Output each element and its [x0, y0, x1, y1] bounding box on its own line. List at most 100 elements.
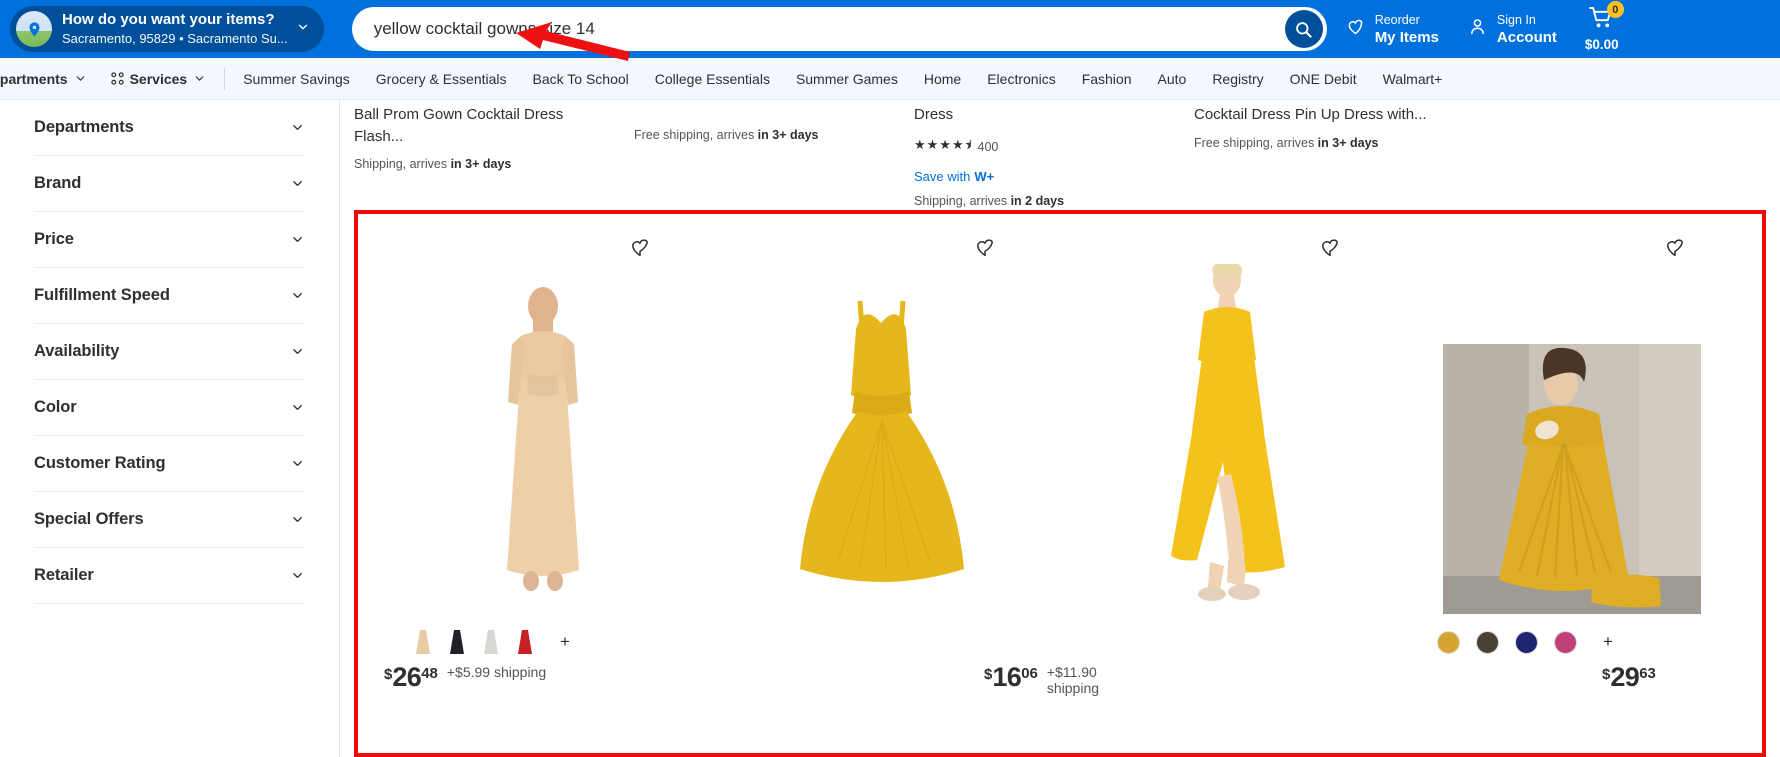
- result-card-partial[interactable]: Short Sleeve Swing Dress Vintage Cocktai…: [1194, 100, 1470, 212]
- product-image[interactable]: [709, 264, 1054, 614]
- search-box[interactable]: [352, 7, 1327, 51]
- user-icon: [1467, 16, 1488, 42]
- product-image[interactable]: [1054, 264, 1399, 614]
- shipping-text: Free shipping, arrives: [1194, 136, 1318, 150]
- chevron-down-icon: [296, 20, 310, 39]
- color-swatch-list: +: [376, 628, 709, 656]
- price-dollars: 16: [992, 664, 1021, 691]
- heart-outline-icon[interactable]: [1317, 234, 1343, 260]
- chevron-down-icon: [290, 176, 305, 191]
- color-swatch[interactable]: [414, 629, 432, 655]
- chevron-down-icon: [193, 72, 206, 85]
- header-actions: Reorder My Items Sign In Account: [1345, 6, 1623, 52]
- product-card[interactable]: + $1999 +$9.97 shipping: [1399, 220, 1744, 753]
- color-swatch[interactable]: [1554, 631, 1577, 654]
- color-swatch[interactable]: [1437, 631, 1460, 654]
- shipping-text: Free shipping, arrives: [634, 128, 758, 142]
- color-swatch[interactable]: [1515, 631, 1538, 654]
- filter-label: Availability: [34, 342, 119, 361]
- color-swatch[interactable]: [448, 629, 466, 655]
- cart-button[interactable]: 0 $0.00: [1585, 6, 1619, 52]
- sidebar-filter-brand[interactable]: Brand: [34, 156, 305, 212]
- sidebar-filter-customer-rating[interactable]: Customer Rating: [34, 436, 305, 492]
- shipping-info: Free shipping, arrives in 3+ days: [1194, 136, 1456, 150]
- shipping-info: Free shipping, arrives in 3+ days: [634, 128, 896, 142]
- result-card-partial[interactable]: Wedding Bridesmaid High-Waist Party Ball…: [354, 100, 630, 212]
- cart-count-badge: 0: [1607, 1, 1624, 18]
- price-block: $2648 +$5.99 shipping: [376, 664, 709, 691]
- heart-outline-icon[interactable]: [972, 234, 998, 260]
- fulfillment-location-selector[interactable]: How do you want your items? Sacramento, …: [10, 6, 324, 52]
- rating-count: 400: [978, 140, 999, 154]
- color-swatch[interactable]: [1476, 631, 1499, 654]
- nav-link-fashion[interactable]: Fashion: [1082, 71, 1132, 87]
- product-grid: + $2648 +$5.99 shipping: [358, 214, 1762, 753]
- product-price: $1606: [984, 664, 1038, 691]
- product-card[interactable]: $1606 +$11.90 shipping: [709, 220, 1054, 753]
- account-label: Account: [1497, 29, 1557, 46]
- result-card-partial[interactable]: Sleeve Flare A-line Midi long maxi Dress…: [914, 100, 1190, 212]
- search-results-area: Wedding Bridesmaid High-Waist Party Ball…: [340, 100, 1780, 757]
- location-pin-icon: [16, 11, 52, 47]
- nav-link-summer-games[interactable]: Summer Games: [796, 71, 898, 87]
- search-input[interactable]: [374, 19, 1285, 39]
- nav-link-college-essentials[interactable]: College Essentials: [655, 71, 770, 87]
- sign-in-label: Sign In: [1497, 13, 1536, 27]
- nav-link-walmart-plus[interactable]: Walmart+: [1383, 71, 1443, 87]
- sign-in-account-button[interactable]: Sign In Account: [1467, 11, 1557, 48]
- chevron-down-icon: [290, 344, 305, 359]
- filter-label: Fulfillment Speed: [34, 286, 170, 305]
- sidebar-filter-retailer[interactable]: Retailer: [34, 548, 305, 604]
- heart-outline-icon[interactable]: [627, 234, 653, 260]
- product-image[interactable]: [376, 264, 709, 614]
- sidebar-filter-departments[interactable]: Departments: [34, 100, 305, 156]
- product-card[interactable]: $2963: [1054, 220, 1399, 753]
- nav-link-home[interactable]: Home: [924, 71, 961, 87]
- product-price: $2648: [384, 664, 438, 691]
- filter-label: Brand: [34, 174, 81, 193]
- color-swatch[interactable]: [516, 629, 534, 655]
- nav-link-auto[interactable]: Auto: [1158, 71, 1187, 87]
- nav-link-back-to-school[interactable]: Back To School: [533, 71, 629, 87]
- product-image[interactable]: [1399, 264, 1744, 614]
- sidebar-filter-price[interactable]: Price: [34, 212, 305, 268]
- rating: ★★★★⯨ 400: [914, 136, 1176, 158]
- grid-icon: [111, 72, 124, 85]
- more-colors-button[interactable]: +: [560, 632, 570, 652]
- price-block: $1606 +$11.90 shipping: [709, 664, 1054, 696]
- nav-services[interactable]: Services: [111, 71, 207, 87]
- filter-label: Price: [34, 230, 74, 249]
- more-colors-button[interactable]: +: [1603, 632, 1613, 652]
- nav-link-electronics[interactable]: Electronics: [987, 71, 1055, 87]
- filters-sidebar: Departments Brand Price Fulfillment Spee…: [0, 100, 340, 757]
- reorder-my-items-button[interactable]: Reorder My Items: [1345, 11, 1439, 48]
- nav-link-summer-savings[interactable]: Summer Savings: [243, 71, 350, 87]
- previous-results-row-clipped: Wedding Bridesmaid High-Waist Party Ball…: [340, 100, 1780, 212]
- shipping-text: Shipping, arrives: [914, 194, 1011, 208]
- shipping-eta: in 3+ days: [758, 128, 819, 142]
- shipping-info: Shipping, arrives in 2 days: [914, 194, 1176, 208]
- chevron-down-icon: [290, 400, 305, 415]
- heart-icon: [1345, 16, 1366, 42]
- star-icons: ★★★★⯨: [914, 136, 973, 158]
- chevron-down-icon: [290, 120, 305, 135]
- sidebar-filter-special-offers[interactable]: Special Offers: [34, 492, 305, 548]
- nav-link-one-debit[interactable]: ONE Debit: [1290, 71, 1357, 87]
- sidebar-filter-availability[interactable]: Availability: [34, 324, 305, 380]
- result-card-partial[interactable]: Sexy Beading Maxi Size M Free shipping, …: [634, 100, 910, 212]
- nav-link-grocery-essentials[interactable]: Grocery & Essentials: [376, 71, 507, 87]
- search-submit-button[interactable]: [1285, 10, 1323, 48]
- nav-link-registry[interactable]: Registry: [1212, 71, 1263, 87]
- heart-outline-icon[interactable]: [1662, 234, 1688, 260]
- sidebar-filter-fulfillment-speed[interactable]: Fulfillment Speed: [34, 268, 305, 324]
- product-title: Short Sleeve Swing Dress Vintage Cocktai…: [1194, 100, 1456, 126]
- w-plus-icon: W+: [974, 169, 994, 184]
- sidebar-filter-color[interactable]: Color: [34, 380, 305, 436]
- price-currency: $: [384, 666, 392, 683]
- shipping-eta: in 3+ days: [1318, 136, 1379, 150]
- color-swatch[interactable]: [482, 629, 500, 655]
- product-card[interactable]: + $2648 +$5.99 shipping: [376, 220, 709, 753]
- location-subtitle: Sacramento, 95829 • Sacramento Su...: [62, 31, 288, 46]
- walmart-search-results-page: How do you want your items? Sacramento, …: [0, 0, 1780, 757]
- nav-departments[interactable]: Departments: [0, 71, 87, 87]
